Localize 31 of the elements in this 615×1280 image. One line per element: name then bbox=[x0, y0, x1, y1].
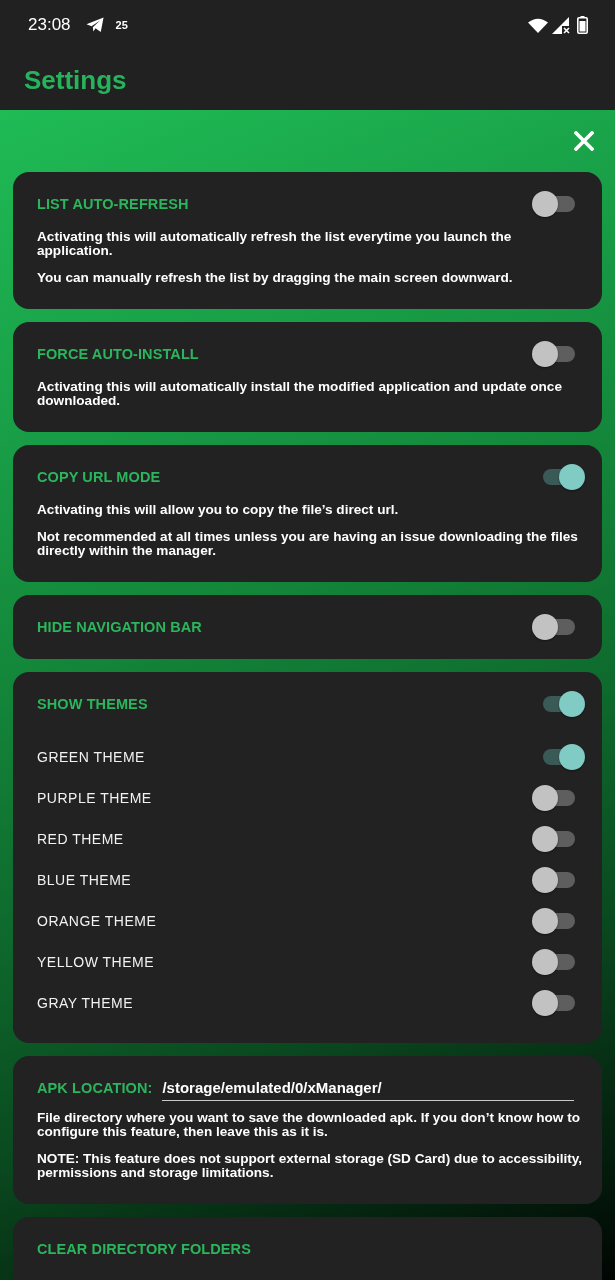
close-icon bbox=[574, 131, 594, 151]
paper-plane-icon bbox=[85, 17, 104, 33]
setting-title: CLEAR DIRECTORY FOLDERS bbox=[37, 1241, 251, 1257]
theme-label: GRAY THEME bbox=[37, 994, 134, 1011]
notification-count: 25 bbox=[115, 19, 128, 31]
description-text: File directory where you want to save the downloaded apk. If you don’t know how to configure this feature, then leave this as it is. bbox=[37, 1111, 582, 1139]
setting-title: FORCE AUTO-INSTALL bbox=[37, 346, 199, 362]
page-title: Settings bbox=[24, 64, 127, 96]
setting-title: LIST AUTO-REFRESH bbox=[37, 196, 189, 212]
description-text: NOTE: This feature does not support external storage (SD Card) due to accessibility, permissions and storage limitations. bbox=[37, 1152, 583, 1180]
description-text: Activating this will automatically refresh the list everytime you launch the application. bbox=[37, 230, 513, 258]
wifi-icon bbox=[528, 17, 548, 33]
theme-label: YELLOW THEME bbox=[37, 953, 154, 970]
clock-time: 23:08 bbox=[28, 15, 71, 35]
description-text: Activating this will automatically install the modified application and update once downloaded. bbox=[37, 380, 563, 408]
theme-label: RED THEME bbox=[37, 830, 124, 847]
setting-title: COPY URL MODE bbox=[37, 469, 161, 485]
theme-label: PURPLE THEME bbox=[37, 789, 152, 806]
description-text: You can manually refresh the list by dragging the main screen downward. bbox=[37, 271, 514, 285]
description-text: Activating this will allow you to copy the file’s direct url. bbox=[37, 503, 400, 517]
theme-label: BLUE THEME bbox=[37, 871, 132, 888]
path-field[interactable]: /storage/emulated/0/xManager/ bbox=[162, 1075, 574, 1101]
setting-card[interactable]: CLEAR DIRECTORY FOLDERS bbox=[13, 1217, 602, 1280]
description-text: Not recommended at all times unless you are having an issue downloading the files directly within the manager. bbox=[37, 530, 579, 558]
battery-icon bbox=[577, 16, 588, 34]
signal-icon bbox=[552, 16, 570, 34]
setting-title: HIDE NAVIGATION BAR bbox=[37, 619, 202, 635]
setting-title: APK LOCATION: bbox=[37, 1080, 153, 1096]
theme-label: GREEN THEME bbox=[37, 748, 145, 765]
theme-label: ORANGE THEME bbox=[37, 912, 157, 929]
setting-title: SHOW THEMES bbox=[37, 696, 148, 712]
